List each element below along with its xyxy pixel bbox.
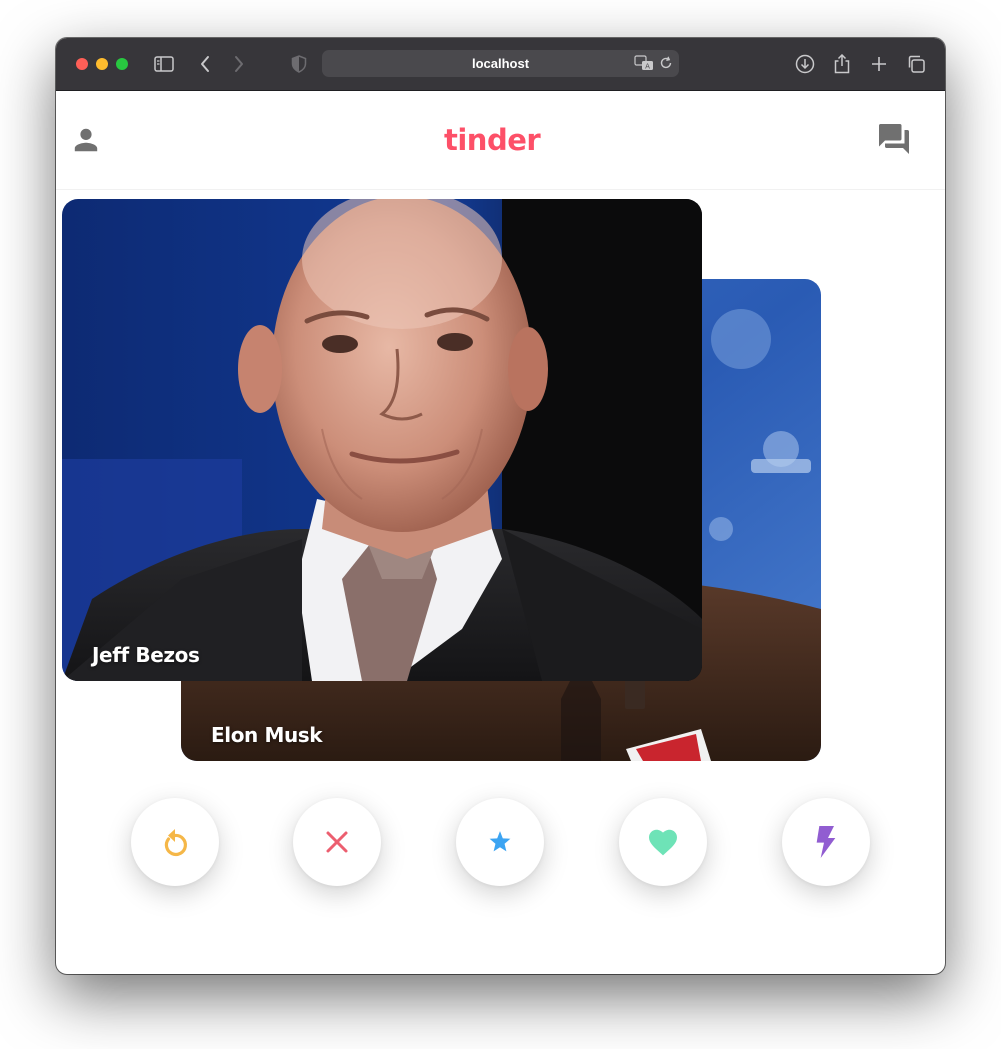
like-button[interactable] — [619, 798, 707, 886]
rewind-button[interactable] — [131, 798, 219, 886]
browser-toolbar: localhost A — [56, 38, 945, 91]
shield-icon[interactable] — [287, 52, 311, 76]
address-bar[interactable]: localhost A — [322, 50, 679, 77]
profile-name: Elon Musk — [211, 723, 323, 747]
translate-icon[interactable]: A — [634, 55, 654, 76]
forward-icon[interactable] — [227, 52, 251, 76]
close-window-button[interactable] — [76, 58, 88, 70]
super-like-button[interactable] — [456, 798, 544, 886]
nope-button[interactable] — [293, 798, 381, 886]
new-tab-icon[interactable] — [867, 52, 891, 76]
lightning-icon — [816, 826, 836, 858]
zoom-window-button[interactable] — [116, 58, 128, 70]
svg-text:A: A — [645, 63, 650, 71]
url-text: localhost — [471, 56, 530, 71]
rewind-icon — [164, 829, 187, 857]
profile-card-front[interactable]: Jeff Bezos — [62, 199, 702, 681]
tinder-logo[interactable]: tinder — [444, 123, 541, 157]
close-icon — [326, 831, 348, 853]
sidebar-icon[interactable] — [152, 52, 176, 76]
profile-name: Jeff Bezos — [92, 643, 200, 667]
back-icon[interactable] — [193, 52, 217, 76]
app-header: tinder — [56, 91, 945, 190]
tabs-overview-icon[interactable] — [904, 52, 928, 76]
minimize-window-button[interactable] — [96, 58, 108, 70]
download-icon[interactable] — [793, 52, 817, 76]
person-icon[interactable] — [72, 126, 100, 159]
share-icon[interactable] — [830, 52, 854, 76]
reload-icon[interactable] — [659, 56, 673, 75]
chat-icon[interactable] — [876, 121, 912, 162]
star-icon — [489, 831, 511, 852]
profile-photo — [62, 199, 702, 681]
boost-button[interactable] — [782, 798, 870, 886]
browser-window: localhost A tinder Elon Musk Jeff Bezos — [56, 38, 945, 974]
heart-icon — [649, 829, 677, 856]
